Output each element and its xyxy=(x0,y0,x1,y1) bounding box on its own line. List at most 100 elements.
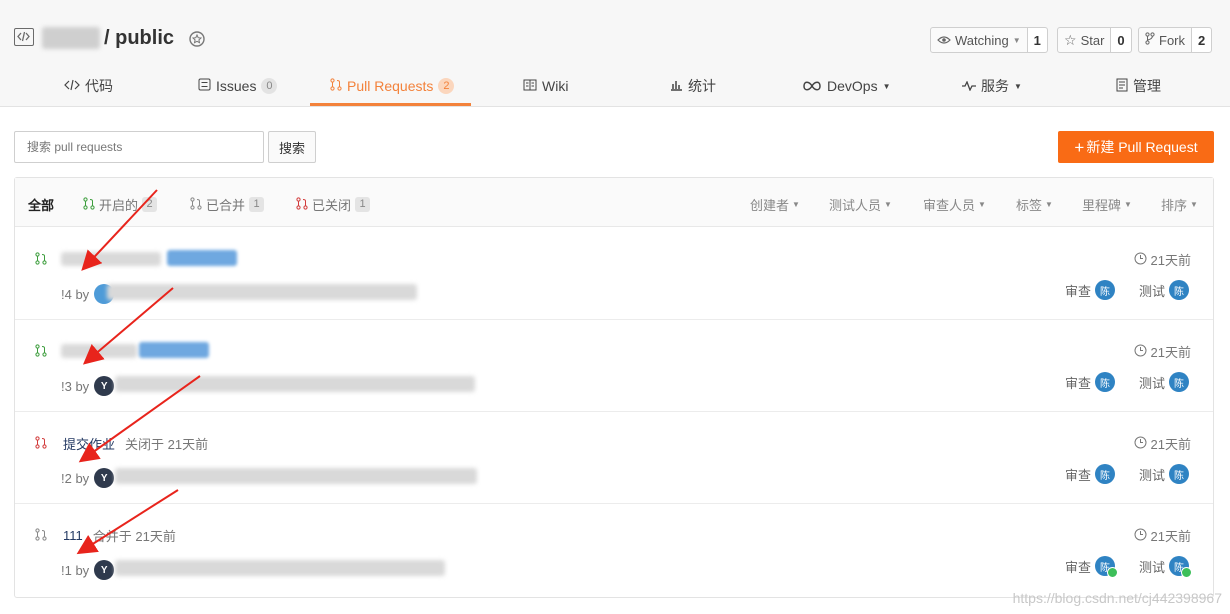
pr-meta-redacted xyxy=(115,560,445,576)
repo-header: / public Watching ▼ 1 ☆ Star 0 Fork 2 代码 xyxy=(0,0,1230,107)
infinity-icon xyxy=(802,78,822,94)
watching-button[interactable]: Watching ▼ 1 xyxy=(930,27,1048,53)
sorter-author[interactable]: 创建者 ▼ xyxy=(750,195,800,214)
chevron-down-icon: ▼ xyxy=(1190,200,1198,209)
tab-issues[interactable]: Issues 0 xyxy=(198,66,278,106)
tester-avatar[interactable]: 陈 xyxy=(1169,280,1190,300)
star-count[interactable]: 0 xyxy=(1110,28,1131,52)
tester-label: 测试 xyxy=(1139,283,1166,299)
sorter-sort[interactable]: 排序 ▼ xyxy=(1161,195,1198,214)
reviewer-label: 审查 xyxy=(1065,467,1092,483)
pr-number: !1 by xyxy=(61,562,90,578)
tab-stats[interactable]: 统计 xyxy=(670,66,716,106)
pr-branch-redacted xyxy=(139,342,209,358)
chevron-down-icon: ▼ xyxy=(792,200,800,209)
eye-icon xyxy=(937,33,951,48)
pr-meta: !3 by Y xyxy=(61,376,115,396)
tab-devops-label: DevOps xyxy=(827,78,878,94)
fork-count[interactable]: 2 xyxy=(1191,28,1212,52)
chevron-down-icon: ▼ xyxy=(1124,200,1132,209)
pr-merged-icon xyxy=(35,528,49,542)
tester: 测试陈 xyxy=(1139,372,1190,392)
pr-title-link[interactable]: 111 xyxy=(63,528,83,543)
watching-label: Watching xyxy=(955,32,1009,48)
author-avatar[interactable]: Y xyxy=(94,468,115,488)
sorter-tester[interactable]: 测试人员 ▼ xyxy=(829,195,892,214)
tester-avatar[interactable]: 陈 xyxy=(1169,464,1190,484)
filter-open[interactable]: 开启的 2 xyxy=(83,195,158,214)
filter-bar: 全部 开启的 2 已合并 1 已关闭 1 创建者 ▼ 测试人员 ▼ 审查人员 ▼ 标签… xyxy=(15,178,1213,227)
sorter-sort-label: 排序 xyxy=(1161,198,1188,213)
pr-time: 21天前 xyxy=(1134,526,1191,545)
reviewer-avatar[interactable]: 陈 xyxy=(1095,464,1116,484)
filter-closed[interactable]: 已关闭 1 xyxy=(296,195,371,214)
filter-all[interactable]: 全部 xyxy=(28,195,54,214)
watching-count[interactable]: 1 xyxy=(1026,28,1047,52)
sorter-milestone[interactable]: 里程碑 ▼ xyxy=(1082,195,1132,214)
book-icon xyxy=(523,78,537,94)
pull-request-row[interactable]: 111 合并于 21天前 !1 by Y 21天前 审查陈 测试陈 xyxy=(15,504,1213,596)
pr-title-link[interactable]: 提交作业 xyxy=(63,434,115,453)
pr-status: 关闭于 21天前 xyxy=(125,437,209,452)
tab-services[interactable]: 服务 ▼ xyxy=(962,66,1022,106)
filter-merged[interactable]: 已合并 1 xyxy=(190,195,265,214)
tester-label: 测试 xyxy=(1139,375,1166,391)
sorter-label-label: 标签 xyxy=(1016,198,1043,213)
repo-nav-tabs: 代码 Issues 0 Pull Requests 2 Wiki 统计 DevO… xyxy=(0,66,1230,107)
pr-open-icon xyxy=(35,252,49,266)
reviewer: 审查陈 xyxy=(1065,464,1116,484)
plus-icon: + xyxy=(1074,137,1085,157)
fork-label: Fork xyxy=(1159,32,1185,48)
tab-manage-label: 管理 xyxy=(1133,78,1161,94)
repo-owner-redacted[interactable] xyxy=(42,27,100,49)
tester-avatar[interactable]: 陈 xyxy=(1169,556,1193,578)
pr-title: 111 合并于 21天前 xyxy=(63,526,176,545)
tab-manage[interactable]: 管理 xyxy=(1116,66,1161,106)
approved-check-icon xyxy=(1107,567,1119,578)
sorter-label[interactable]: 标签 ▼ xyxy=(1016,195,1053,214)
tab-code[interactable]: 代码 xyxy=(64,66,113,106)
tester-avatar[interactable]: 陈 xyxy=(1169,372,1190,392)
search-input[interactable] xyxy=(14,131,264,163)
pr-number: !3 by xyxy=(61,378,90,394)
new-pull-request-label: 新建 Pull Request xyxy=(1086,139,1198,155)
chevron-down-icon: ▼ xyxy=(1045,200,1053,209)
author-avatar[interactable]: Y xyxy=(94,376,115,396)
filter-closed-count: 1 xyxy=(355,197,371,212)
tab-services-label: 服务 xyxy=(981,78,1009,94)
repo-code-icon xyxy=(14,28,34,46)
filter-all-label: 全部 xyxy=(28,198,55,213)
new-pull-request-button[interactable]: + 新建 Pull Request xyxy=(1058,131,1214,163)
tab-pull-requests[interactable]: Pull Requests 2 xyxy=(330,66,455,106)
tab-devops[interactable]: DevOps ▼ xyxy=(802,66,891,106)
pull-request-list-panel: 全部 开启的 2 已合并 1 已关闭 1 创建者 ▼ 测试人员 ▼ 审查人员 ▼ 标签… xyxy=(14,177,1214,598)
sorter-reviewer[interactable]: 审查人员 ▼ xyxy=(923,195,986,214)
pr-open-icon xyxy=(83,196,95,213)
pull-request-row[interactable]: 提交作业 关闭于 21天前 !2 by Y 21天前 审查陈 测试陈 xyxy=(15,412,1213,504)
clock-icon xyxy=(1134,344,1147,360)
clock-icon xyxy=(1134,252,1147,268)
pr-time-text: 21天前 xyxy=(1150,437,1191,452)
tab-wiki[interactable]: Wiki xyxy=(523,66,568,106)
pr-meta-redacted xyxy=(107,284,417,300)
fork-button[interactable]: Fork 2 xyxy=(1138,27,1213,53)
pr-title-redacted[interactable] xyxy=(61,344,137,358)
reviewer-avatar[interactable]: 陈 xyxy=(1095,280,1116,300)
sorter-tester-label: 测试人员 xyxy=(829,198,882,213)
pr-meta: !2 by Y xyxy=(61,468,115,488)
pr-open-icon xyxy=(35,344,49,358)
star-button[interactable]: ☆ Star 0 xyxy=(1057,27,1132,53)
tab-issues-count: 0 xyxy=(261,78,278,94)
pull-request-row[interactable]: !4 by 21天前 审查陈 测试陈 xyxy=(15,228,1213,320)
author-avatar[interactable]: Y xyxy=(94,560,115,580)
tab-issues-label: Issues xyxy=(216,78,257,94)
repo-title[interactable]: / public xyxy=(104,27,174,50)
pr-closed-icon xyxy=(296,196,308,213)
reviewer-avatar[interactable]: 陈 xyxy=(1095,372,1116,392)
filter-open-label: 开启的 xyxy=(99,198,139,213)
search-button[interactable]: 搜索 xyxy=(268,131,316,163)
sorter-author-label: 创建者 xyxy=(750,198,790,213)
pull-request-row[interactable]: !3 by Y 21天前 审查陈 测试陈 xyxy=(15,320,1213,412)
reviewer-avatar[interactable]: 陈 xyxy=(1095,556,1119,578)
pr-title-redacted[interactable] xyxy=(61,252,161,266)
